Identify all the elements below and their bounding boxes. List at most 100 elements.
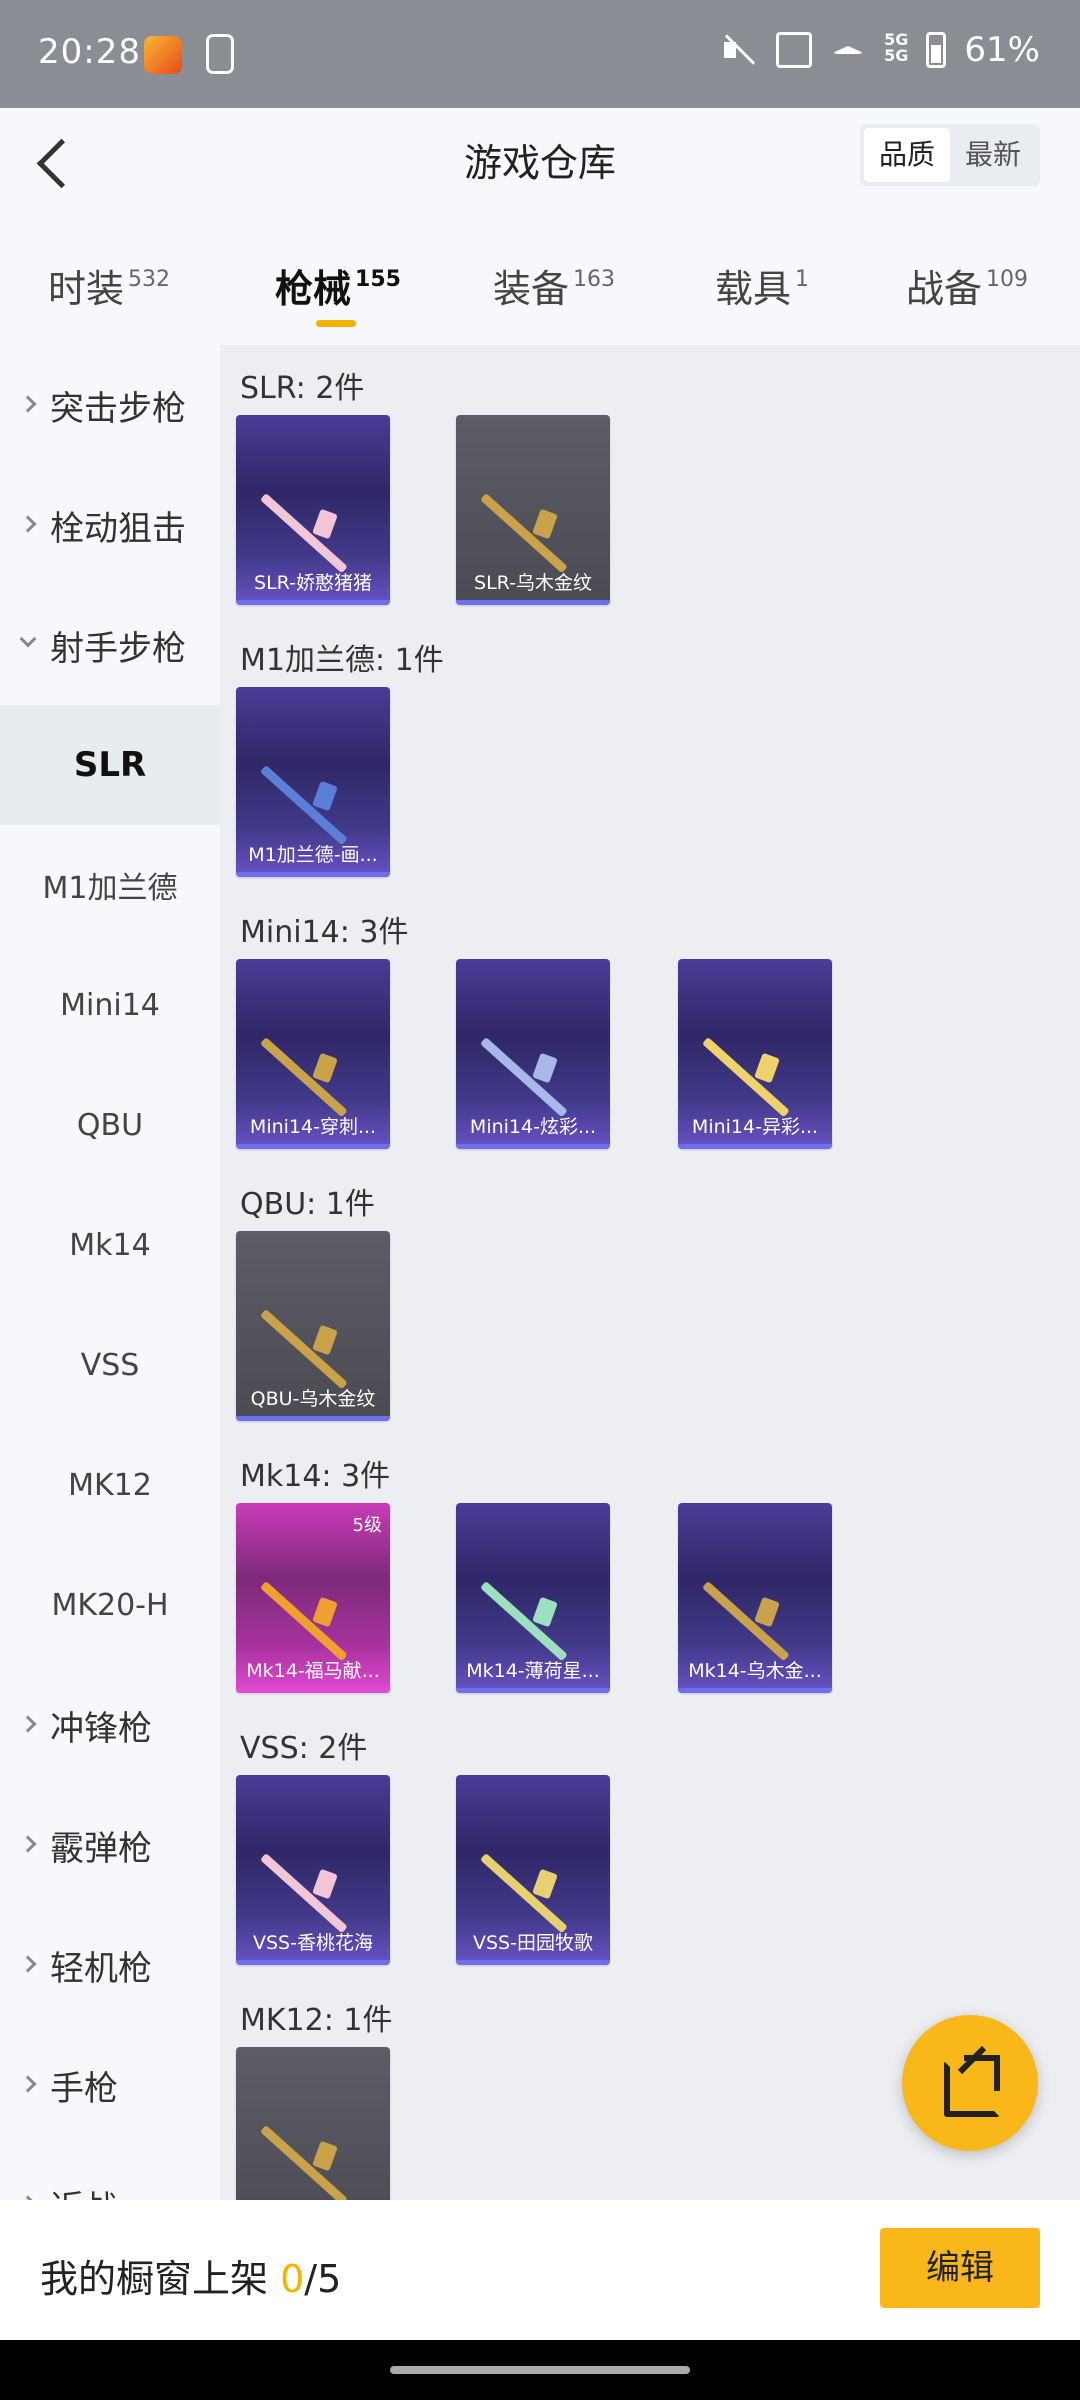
tab-count: 163 bbox=[573, 267, 616, 292]
tab-supplies[interactable]: 战备 109 bbox=[906, 258, 1028, 313]
sidebar-item-label: 射手步枪 bbox=[50, 628, 186, 669]
sidebar-item-label: 突击步枪 bbox=[50, 388, 186, 429]
gun-skin-image bbox=[486, 455, 581, 545]
sidebar-item-label: 霰弹枪 bbox=[50, 1828, 152, 1869]
game-app-icon bbox=[144, 36, 182, 74]
rarity-bar bbox=[236, 1688, 390, 1693]
skin-card[interactable]: Mk14-乌木金... bbox=[678, 1503, 832, 1693]
sidebar-item-label: 轻机枪 bbox=[50, 1948, 152, 1989]
skin-card[interactable]: SLR-娇憨猪猪 bbox=[236, 415, 390, 605]
showcase-current-count: 0 bbox=[280, 2257, 305, 2301]
gun-skin-image bbox=[266, 455, 361, 545]
skin-card[interactable]: Mini14-异彩... bbox=[678, 959, 832, 1149]
sort-toggle[interactable]: 品质 最新 bbox=[860, 124, 1040, 186]
skin-card-label: VSS-香桃花海 bbox=[253, 1932, 373, 1954]
sidebar-subitem[interactable]: Mk14 bbox=[0, 1185, 220, 1305]
sidebar-group[interactable]: 轻机枪 bbox=[0, 1905, 220, 2025]
rarity-bar bbox=[456, 600, 610, 605]
skin-card[interactable]: VSS-香桃花海 bbox=[236, 1775, 390, 1965]
sidebar-subitem[interactable]: SLR bbox=[0, 705, 220, 825]
sort-quality-button[interactable]: 品质 bbox=[864, 128, 950, 182]
gun-skin-image bbox=[708, 1543, 803, 1633]
rarity-bar bbox=[236, 1960, 390, 1965]
skin-card[interactable]: Mini14-穿刺... bbox=[236, 959, 390, 1149]
showcase-status: 我的橱窗上架 0/5 bbox=[40, 2248, 341, 2303]
phone-sync-icon bbox=[206, 34, 234, 74]
showcase-max-count: /5 bbox=[304, 2257, 342, 2301]
sidebar-item-label: 冲锋枪 bbox=[50, 1708, 152, 1749]
sidebar-subitem[interactable]: MK12 bbox=[0, 1425, 220, 1545]
sidebar-group[interactable]: 近战 bbox=[0, 2145, 220, 2200]
gun-skin-image bbox=[708, 999, 803, 1089]
tab-label: 载具 bbox=[715, 267, 792, 311]
sidebar-group[interactable]: 霰弹枪 bbox=[0, 1785, 220, 1905]
skin-card[interactable]: Mk14-薄荷星... bbox=[456, 1503, 610, 1693]
rarity-bar bbox=[456, 1960, 610, 1965]
sidebar-subitem[interactable]: M1加兰德 bbox=[0, 825, 220, 945]
sidebar-group[interactable]: 手枪 bbox=[0, 2025, 220, 2145]
sidebar-item-label: Mk14 bbox=[69, 1227, 151, 1263]
gun-skin-image bbox=[266, 1271, 361, 1361]
skin-card-label: SLR-乌木金纹 bbox=[474, 572, 592, 594]
skin-card[interactable]: Mini14-炫彩... bbox=[456, 959, 610, 1149]
nfc-icon bbox=[776, 32, 813, 68]
skin-card[interactable]: 5级 Mk14-福马献... bbox=[236, 1503, 390, 1693]
skin-card-label: Mk14-乌木金... bbox=[688, 1660, 822, 1682]
active-tab-indicator bbox=[316, 320, 356, 327]
tab-label: 战备 bbox=[906, 267, 983, 311]
level-badge: 5级 bbox=[352, 1515, 382, 1536]
chevron-right-icon bbox=[19, 1715, 37, 1733]
sort-newest-button[interactable]: 最新 bbox=[950, 128, 1036, 182]
section-title: MK12: 1件 bbox=[240, 2003, 393, 2038]
sidebar-subitem[interactable]: QBU bbox=[0, 1065, 220, 1185]
sidebar-item-label: Mini14 bbox=[60, 987, 160, 1023]
chevron-right-icon bbox=[19, 395, 37, 413]
tab-vehicles[interactable]: 载具 1 bbox=[715, 258, 809, 313]
battery-icon bbox=[926, 32, 947, 68]
gun-skin-image bbox=[266, 2087, 361, 2177]
sidebar-subitem[interactable]: Mini14 bbox=[0, 945, 220, 1065]
section-title: Mini14: 3件 bbox=[240, 915, 409, 950]
gun-skin-image bbox=[266, 727, 361, 817]
sidebar-item-label: SLR bbox=[73, 745, 147, 785]
rarity-bar bbox=[236, 1144, 390, 1149]
sidebar-subitem[interactable]: MK20-H bbox=[0, 1545, 220, 1665]
sidebar-subitem[interactable]: VSS bbox=[0, 1305, 220, 1425]
gun-skin-image bbox=[266, 1815, 361, 1905]
tab-outfits[interactable]: 时装 532 bbox=[48, 258, 170, 313]
sidebar-item-label: QBU bbox=[76, 1107, 144, 1143]
sidebar-group[interactable]: 射手步枪 bbox=[0, 585, 220, 705]
skin-card[interactable]: SLR-乌木金纹 bbox=[456, 415, 610, 605]
skin-card[interactable]: M1加兰德-画... bbox=[236, 687, 390, 877]
tab-equipment[interactable]: 装备 163 bbox=[493, 258, 615, 313]
chevron-down-icon bbox=[19, 630, 37, 648]
edit-button[interactable]: 编辑 bbox=[880, 2228, 1040, 2308]
skin-card-label: Mini14-穿刺... bbox=[249, 1116, 377, 1138]
status-icons: 5G 5G 61% bbox=[722, 30, 1040, 70]
section-title: VSS: 2件 bbox=[240, 1731, 368, 1766]
section-title: SLR: 2件 bbox=[240, 371, 365, 406]
sidebar-group[interactable]: 冲锋枪 bbox=[0, 1665, 220, 1785]
tab-count: 109 bbox=[986, 267, 1029, 292]
rarity-bar bbox=[236, 872, 390, 877]
tab-guns[interactable]: 枪械 155 bbox=[275, 258, 401, 313]
skin-card-label: Mk14-福马献... bbox=[246, 1660, 380, 1682]
weapon-skin-grid: SLR: 2件 SLR-娇憨猪猪 SLR-乌木金纹 M1加兰德: 1件 M1加兰德-画.… bbox=[220, 345, 1080, 2200]
skin-card-label: SLR-娇憨猪猪 bbox=[254, 572, 372, 594]
sidebar-group[interactable]: 突击步枪 bbox=[0, 345, 220, 465]
sidebar-group[interactable]: 栓动狙击 bbox=[0, 465, 220, 585]
skin-card[interactable]: MK12-乌木金纹 bbox=[236, 2047, 390, 2200]
sidebar-item-label: 手枪 bbox=[50, 2068, 118, 2109]
chevron-right-icon bbox=[19, 1835, 37, 1853]
battery-percent: 61% bbox=[964, 30, 1040, 70]
share-export-button[interactable] bbox=[902, 2015, 1038, 2151]
home-gesture-pill[interactable] bbox=[390, 2366, 690, 2374]
skin-card[interactable]: VSS-田园牧歌 bbox=[456, 1775, 610, 1965]
gun-skin-image bbox=[486, 1543, 581, 1633]
skin-card-label: Mini14-炫彩... bbox=[469, 1116, 597, 1138]
skin-card[interactable]: QBU-乌木金纹 bbox=[236, 1231, 390, 1421]
skin-card-label: QBU-乌木金纹 bbox=[250, 1388, 376, 1410]
chevron-right-icon bbox=[19, 1955, 37, 1973]
page-header: 游戏仓库 品质 最新 时装 532 枪械 155 装备 163 载具 1 战备 109 bbox=[0, 108, 1080, 327]
tab-label: 装备 bbox=[493, 267, 570, 311]
